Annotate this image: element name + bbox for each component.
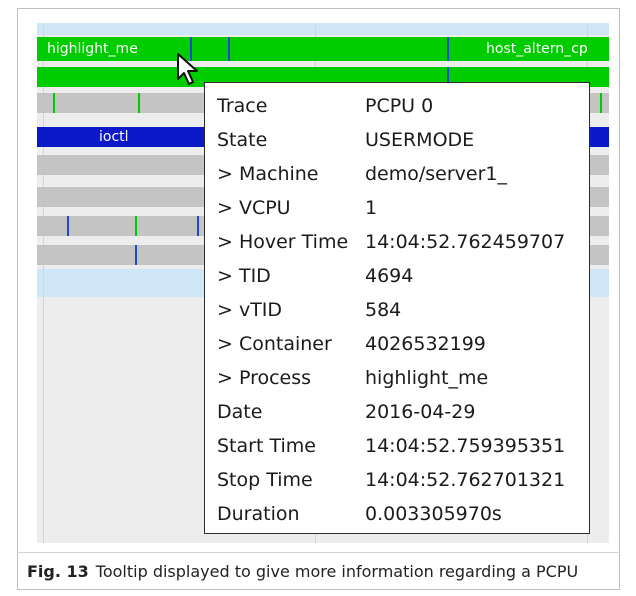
marker-green [600, 93, 602, 113]
marker-blue [447, 37, 449, 61]
tooltip-key-trace: Trace [217, 95, 268, 117]
tooltip-key-stop-time: Stop Time [217, 469, 313, 491]
row-label-ioctl: ioctl [99, 129, 129, 145]
tooltip-row-trace: Trace PCPU 0 [205, 89, 589, 123]
tooltip-key-process: > Process [217, 367, 312, 389]
tooltip-row-hover-time: > Hover Time 14:04:52.762459707 [205, 225, 589, 259]
tooltip-key-tid: > TID [217, 265, 271, 287]
tooltip-row-vcpu: > VCPU 1 [205, 191, 589, 225]
tooltip-key-start-time: Start Time [217, 435, 316, 457]
tooltip-key-machine: > Machine [217, 163, 319, 185]
tooltip-key-vtid: > vTID [217, 299, 283, 321]
tooltip-value-duration: 0.003305970s [365, 503, 502, 525]
tooltip: Trace PCPU 0 State USERMODE > Machine de… [204, 82, 590, 534]
tooltip-row-vtid: > vTID 584 [205, 293, 589, 327]
row-label-host-altern-cp: host_altern_cp [486, 41, 588, 57]
tooltip-key-hover-time: > Hover Time [217, 231, 349, 253]
marker-green [135, 216, 137, 236]
tooltip-value-date: 2016-04-29 [365, 401, 476, 423]
marker-green [53, 93, 55, 113]
tooltip-key-vcpu: > VCPU [217, 197, 291, 219]
row-highlight-me[interactable]: highlight_me host_altern_cp [37, 37, 609, 61]
tooltip-row-date: Date 2016-04-29 [205, 395, 589, 429]
tooltip-value-vcpu: 1 [365, 197, 378, 219]
tooltip-row-tid: > TID 4694 [205, 259, 589, 293]
row-label-highlight-me: highlight_me [47, 41, 138, 57]
marker-blue [135, 245, 137, 265]
tooltip-row-process: > Process highlight_me [205, 361, 589, 395]
tooltip-row-state: State USERMODE [205, 123, 589, 157]
tooltip-row-duration: Duration 0.003305970s [205, 497, 589, 531]
tooltip-row-start-time: Start Time 14:04:52.759395351 [205, 429, 589, 463]
tooltip-row-machine: > Machine demo/server1_ [205, 157, 589, 191]
marker-blue [197, 216, 199, 236]
tooltip-value-process: highlight_me [365, 367, 489, 389]
tooltip-row-stop-time: Stop Time 14:04:52.762701321 [205, 463, 589, 497]
tooltip-value-stop-time: 14:04:52.762701321 [365, 469, 566, 491]
tooltip-key-duration: Duration [217, 503, 300, 525]
tooltip-value-vtid: 584 [365, 299, 402, 321]
tooltip-value-machine: demo/server1_ [365, 163, 508, 185]
tooltip-key-date: Date [217, 401, 263, 423]
tooltip-row-container: > Container 4026532199 [205, 327, 589, 361]
figure-caption-label: Fig. 13 [27, 562, 89, 581]
tooltip-key-state: State [217, 129, 268, 151]
marker-blue [67, 216, 69, 236]
figure-caption: Fig. 13 Tooltip displayed to give more i… [17, 552, 620, 590]
tooltip-value-trace: PCPU 0 [365, 95, 434, 117]
marker-green [138, 93, 140, 113]
tooltip-value-tid: 4694 [365, 265, 414, 287]
figure-caption-text: Tooltip displayed to give more informati… [95, 562, 579, 581]
tooltip-value-state: USERMODE [365, 129, 475, 151]
tooltip-key-container: > Container [217, 333, 332, 355]
header-band [37, 23, 609, 35]
mouse-pointer-icon [177, 53, 198, 85]
tooltip-value-hover-time: 14:04:52.762459707 [365, 231, 566, 253]
marker-blue [228, 37, 230, 61]
tooltip-value-container: 4026532199 [365, 333, 486, 355]
tooltip-value-start-time: 14:04:52.759395351 [365, 435, 566, 457]
